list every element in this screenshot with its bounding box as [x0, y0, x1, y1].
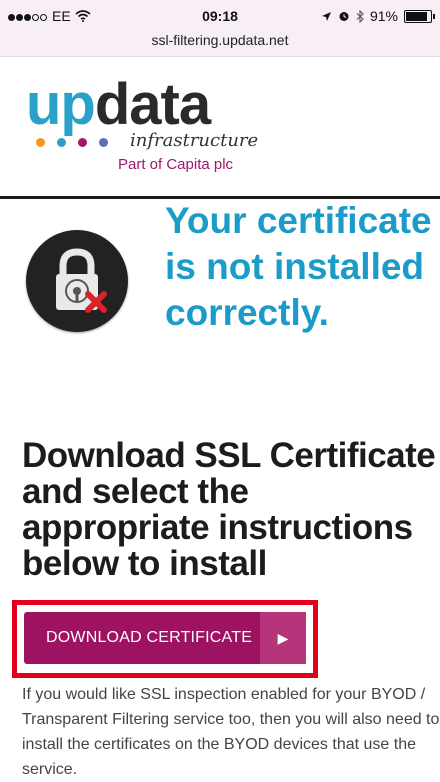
site-header: updata infrastructure Part of Capita plc: [0, 56, 440, 194]
address-url[interactable]: ssl-filtering.updata.net: [0, 32, 440, 48]
lock-error-icon: [26, 230, 128, 332]
battery-icon: [404, 9, 435, 23]
logo-dot: [99, 138, 108, 147]
logo-dots: [36, 138, 108, 147]
download-button-label: DOWNLOAD CERTIFICATE: [46, 629, 253, 646]
logo-dot: [57, 138, 66, 147]
status-bar: EE 09:18 91% ssl-filtering.updata.net: [0, 0, 440, 57]
byod-info-text: If you would like SSL inspection enabled…: [22, 686, 440, 778]
bluetooth-icon: [356, 9, 364, 23]
battery-percent: 91%: [369, 8, 398, 24]
location-arrow-icon: [321, 11, 331, 21]
updata-logo[interactable]: updata: [26, 76, 211, 134]
logo-data: data: [94, 72, 211, 137]
logo-dot: [78, 138, 87, 147]
logo-subtitle: Part of Capita plc: [118, 156, 234, 173]
logo-dot: [36, 138, 45, 147]
logo-up: up: [26, 72, 96, 137]
alert-headline: Your certificate is not installed correc…: [165, 200, 432, 333]
play-arrow-icon: ▶: [260, 612, 306, 664]
alarm-icon: [339, 12, 349, 21]
logo-script: infrastructure: [130, 130, 259, 151]
download-certificate-button[interactable]: DOWNLOAD CERTIFICATE ▶: [24, 612, 306, 664]
instructions-heading: Download SSL Certificate and select the …: [22, 436, 436, 583]
